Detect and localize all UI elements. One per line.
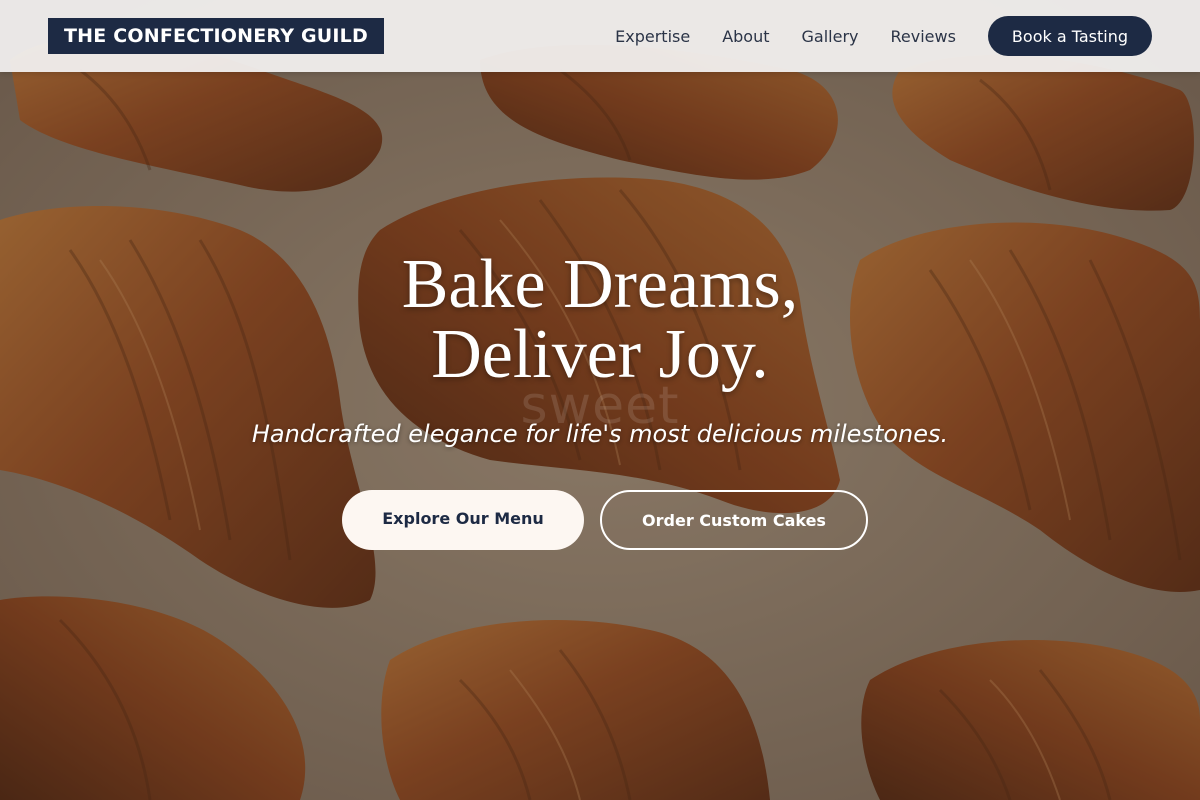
nav-link-gallery[interactable]: Gallery [802, 27, 859, 46]
hero-headline-line1: Bake Dreams, [401, 246, 799, 323]
hero-buttons: Explore Our Menu Order Custom Cakes [0, 490, 1200, 550]
nav-link-reviews[interactable]: Reviews [891, 27, 956, 46]
book-tasting-button[interactable]: Book a Tasting [987, 16, 1152, 56]
explore-menu-button[interactable]: Explore Our Menu [342, 490, 584, 550]
hero-headline: Bake Dreams, Deliver Joy. [0, 250, 1200, 390]
hero-headline-line2: Deliver Joy. [431, 316, 769, 393]
order-custom-cakes-button[interactable]: Order Custom Cakes [600, 490, 868, 550]
hero-content: Bake Dreams, Deliver Joy. sweet Handcraf… [0, 250, 1200, 550]
brand-logo[interactable]: THE CONFECTIONERY GUILD [48, 18, 384, 54]
site-header: THE CONFECTIONERY GUILD Expertise About … [0, 0, 1200, 72]
main-nav: Expertise About Gallery Reviews [615, 27, 956, 46]
nav-link-about[interactable]: About [722, 27, 769, 46]
hero-tagline: Handcrafted elegance for life's most del… [251, 420, 949, 448]
nav-link-expertise[interactable]: Expertise [615, 27, 690, 46]
